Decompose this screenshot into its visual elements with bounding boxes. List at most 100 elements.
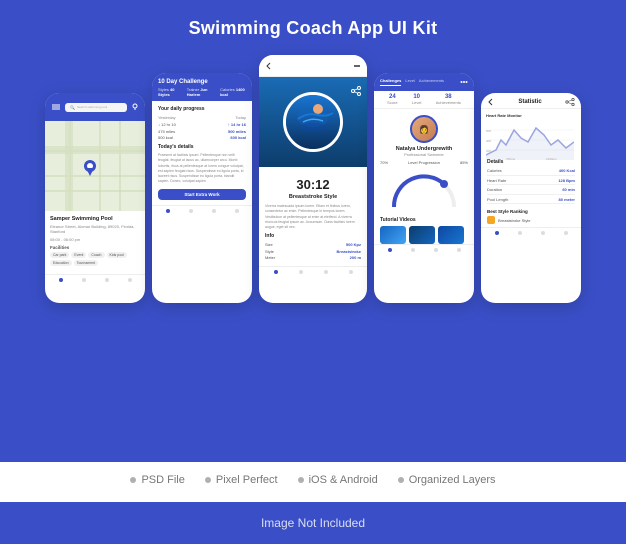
yesterday-label: Yesterday (158, 115, 176, 120)
calories-value: 400 Kcal (559, 168, 575, 173)
today-label: Today (235, 115, 246, 120)
chart-area: Heart Rate Monitor 500 400 200 700ms (481, 109, 581, 159)
style-info-label: Style (265, 249, 274, 254)
heartrate-value: 128 Bpm (558, 178, 575, 183)
prog-val-3b: 600 kcal (230, 135, 246, 140)
profile-section: 👩 Natalya Undergrewith Professional Swim… (374, 109, 474, 160)
nav2-settings-dot (235, 209, 239, 213)
tab-achievements[interactable]: Achievements (419, 78, 444, 86)
pool-length-label: Pool Length (487, 197, 508, 202)
search-placeholder: Search swimming pool (77, 105, 107, 109)
map-svg (45, 121, 145, 211)
prog-val-2a: 475 miles (158, 129, 175, 134)
phone4-header: Challenges Level Achievements (374, 73, 474, 91)
style-description: Viverra malesuada ipsum lorem. Etiam et … (265, 204, 361, 230)
tag-carpark[interactable]: Car park (50, 252, 69, 258)
menu-icon (51, 103, 61, 111)
tag-kidspool[interactable]: Kids pool (107, 252, 127, 258)
search-icon: 🔍 (70, 105, 75, 110)
duration-value: 60 min (562, 187, 575, 192)
back-icon[interactable] (487, 98, 495, 106)
nav2-home-dot (166, 209, 170, 213)
challenge-header: 10 Day Challenge Styles 40 Styles Traine… (152, 73, 252, 101)
svg-text:700ms: 700ms (506, 157, 516, 160)
trainer-label: Trainer Jun Harlem (187, 87, 214, 97)
feature-ios: iOS & Android (298, 474, 378, 486)
search-bar[interactable]: 🔍 Search swimming pool (65, 103, 127, 112)
facilities-label: Facilities (50, 245, 140, 250)
tut-img-3[interactable] (438, 226, 464, 244)
phone1-nav (45, 274, 145, 285)
level-start-label: 70% (380, 160, 388, 165)
heartrate-label: Heart Rate (487, 178, 506, 183)
feature-label-layers: Organized Layers (409, 474, 496, 486)
pool-length-value: 80 meter (559, 197, 575, 202)
phone4-more-icon[interactable] (460, 78, 468, 86)
tutorial-images (380, 226, 468, 244)
tab-level[interactable]: Level (405, 78, 415, 86)
nav4-settings-dot (457, 248, 461, 252)
meter-row: Meter 200 m (265, 255, 361, 260)
score-item-1: 24 Score (387, 94, 397, 105)
share-stats-icon[interactable] (565, 98, 575, 106)
features-row: PSD File Pixel Perfect iOS & Android Org… (130, 474, 495, 486)
more-icon[interactable] (353, 62, 361, 70)
feature-label-ios: iOS & Android (309, 474, 378, 486)
calories-label: Calories 1400 kcal (220, 87, 246, 97)
nav3-settings-dot (349, 270, 353, 274)
nav4-profile-dot (434, 248, 438, 252)
today-detail-text: Praesent at facilisis ipsum. Pellentesqu… (158, 153, 246, 185)
nav-profile-dot (105, 278, 109, 282)
phone3-header (259, 55, 367, 77)
tag-education[interactable]: Education (50, 260, 72, 266)
swimmer-circle-inner (286, 95, 340, 149)
footer-text: Image Not Included (261, 516, 365, 530)
phone-statistic: Statistic Heart Rate Monitor (481, 93, 581, 303)
location-icon (131, 103, 139, 111)
chart-title: Heart Rate Monitor (486, 113, 576, 118)
prog-row-2: 475 miles 500 miles (158, 129, 246, 134)
score-item-3: 38 Achievements (436, 94, 461, 105)
back-arrow-icon[interactable] (265, 62, 273, 70)
tag-event[interactable]: Event (71, 252, 86, 258)
facility-tags: Car park Event Coach Kids pool Education… (50, 252, 140, 266)
nav4-home-dot (388, 248, 392, 252)
meter-label: Meter (265, 255, 275, 260)
challenge-sub: Styles 40 Styles Trainer Jun Harlem Calo… (158, 87, 246, 97)
style-ranking-dot (487, 216, 495, 224)
swimmer-svg (288, 97, 338, 147)
today-details-title: Today's details (158, 144, 246, 150)
phones-row: 🔍 Search swimming pool (45, 55, 581, 303)
info-section: Info Size 500 Kpz Style Breaststroke Met… (265, 233, 361, 260)
tut-img-2[interactable] (409, 226, 435, 244)
challenge-title: 10 Day Challenge (158, 79, 246, 85)
score-row: 24 Score 10 Level 38 Achievements (374, 91, 474, 109)
nav5-home-dot (495, 231, 499, 235)
prog-val-1a: ↓ 12 hr 10 (158, 122, 176, 127)
tut-img-1[interactable] (380, 226, 406, 244)
best-style-title: Best Style Ranking (487, 209, 575, 214)
phone5-nav (481, 227, 581, 238)
phone1-body: Samper Swimming Pool Eleanor Street, Alo… (45, 211, 145, 274)
map-area (45, 121, 145, 211)
nav4-search-dot (411, 248, 415, 252)
calories-label: Calories (487, 168, 502, 173)
nav-search-dot (82, 278, 86, 282)
tutorial-section: Tutorial Videos (374, 217, 474, 244)
start-extra-work-button[interactable]: Start Extra Work (158, 189, 246, 200)
phone2-nav (152, 205, 252, 216)
size-row: Size 500 Kpz (265, 242, 361, 247)
tag-coach[interactable]: Coach (88, 252, 104, 258)
share-icon[interactable] (351, 83, 361, 101)
tag-tournament[interactable]: Tournament (74, 260, 98, 266)
tutorial-title: Tutorial Videos (380, 217, 468, 223)
detail-duration: Duration 60 min (487, 187, 575, 195)
size-label: Size (265, 242, 273, 247)
score-label-3: Achievements (436, 100, 461, 105)
tab-challenges[interactable]: Challenges (380, 78, 401, 86)
style-ranking-name: Breaststroke Style (498, 218, 530, 223)
feature-layers: Organized Layers (398, 474, 496, 486)
detail-calories: Calories 400 Kcal (487, 168, 575, 176)
page-title: Swimming Coach App UI Kit (189, 18, 438, 39)
feature-dot-layers (398, 477, 404, 483)
